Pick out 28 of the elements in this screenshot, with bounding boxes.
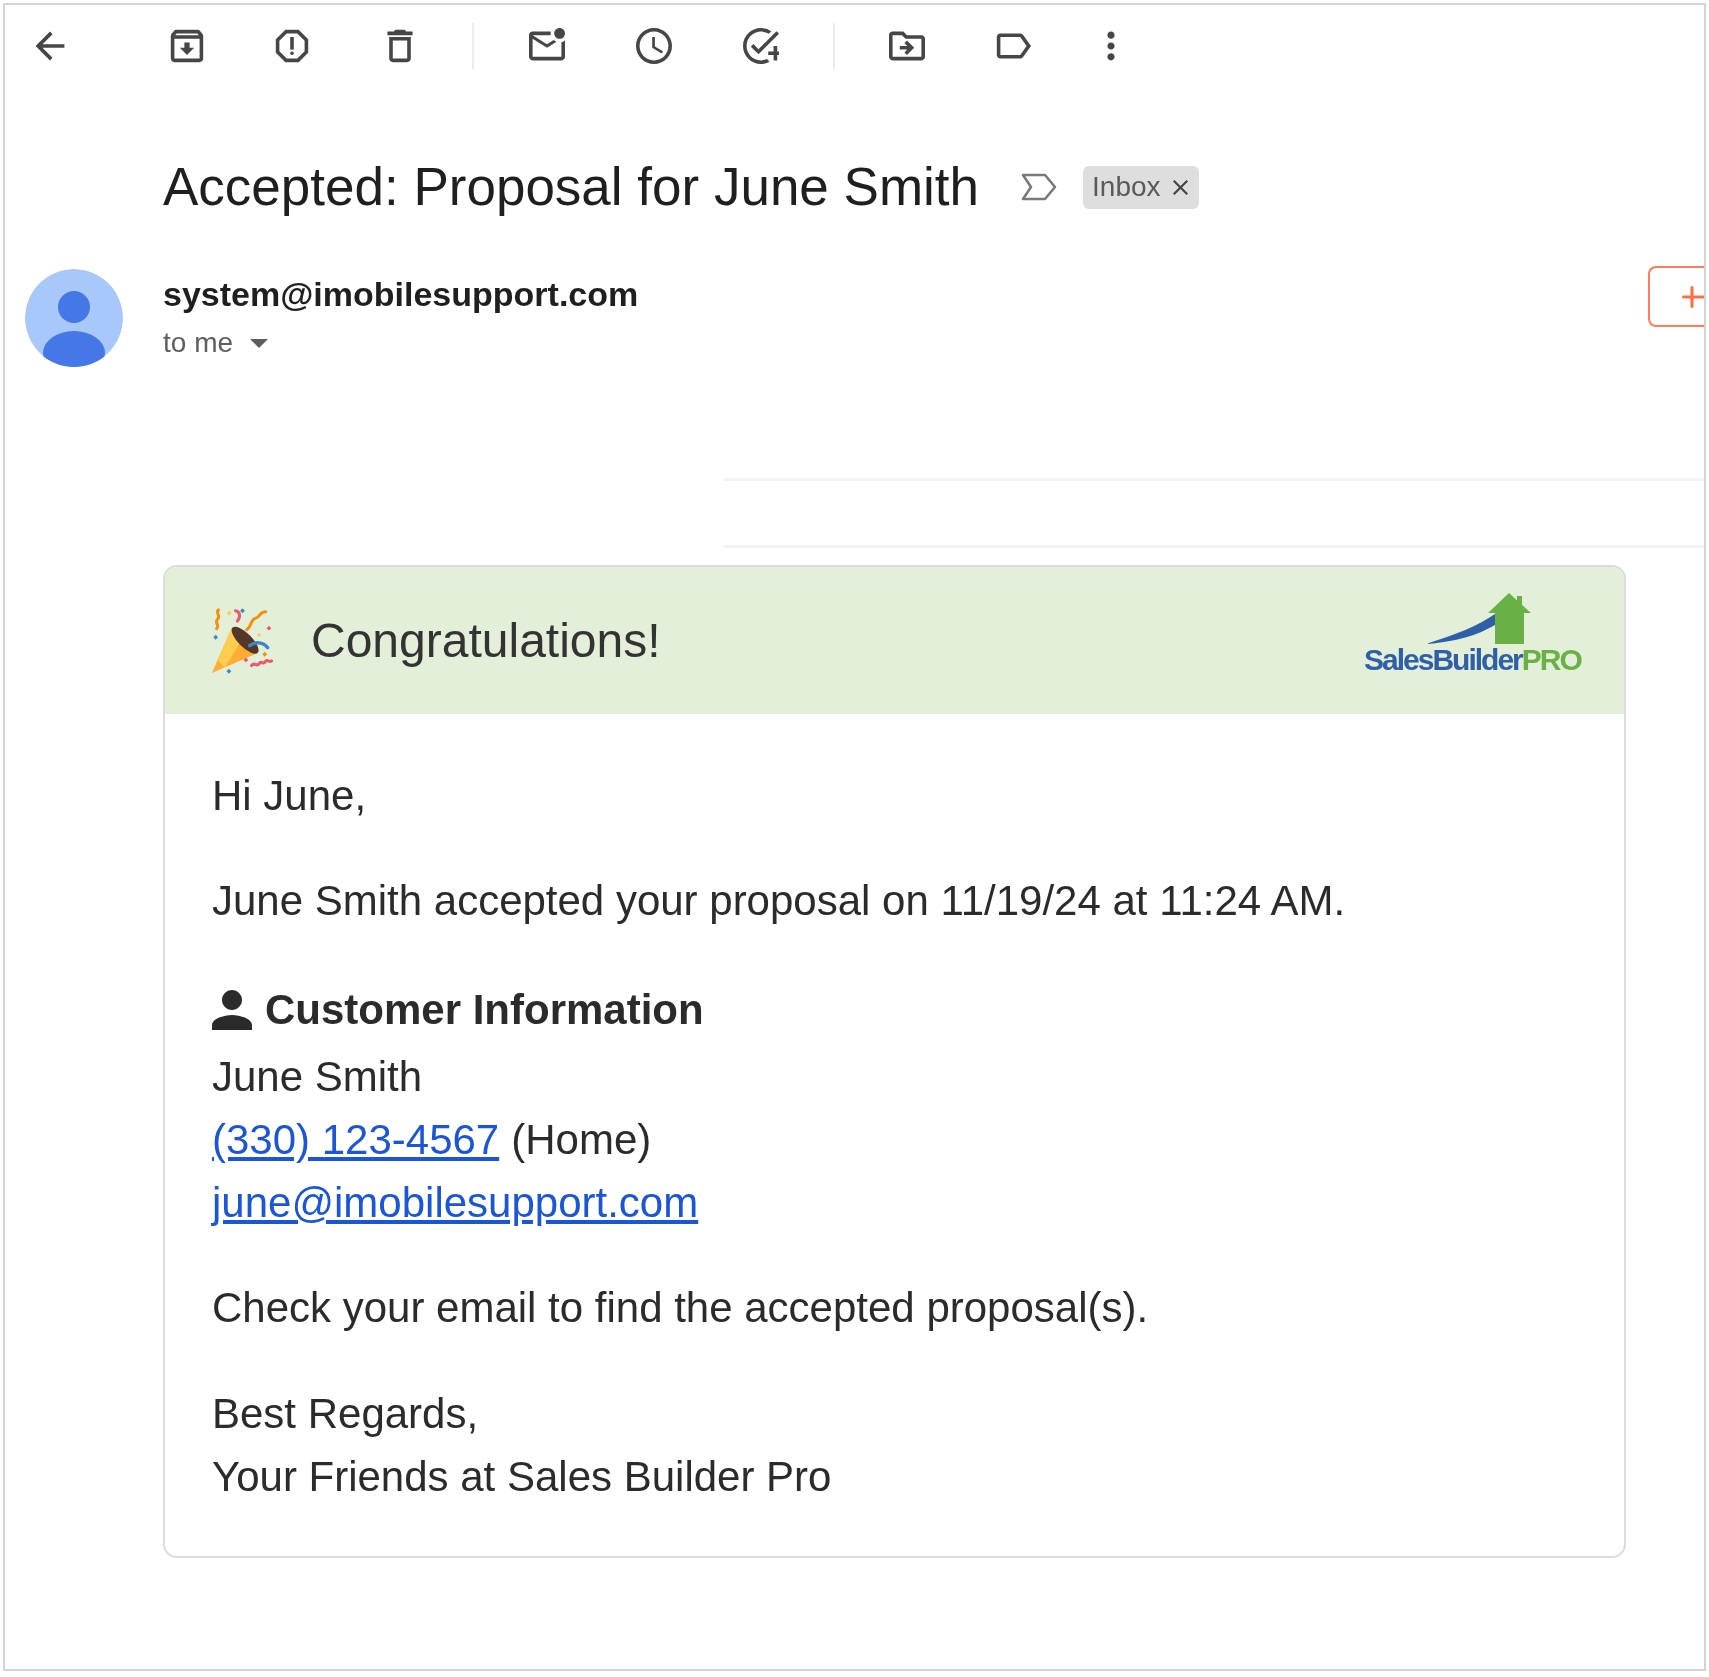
recipient-text: to me xyxy=(163,326,234,360)
phone-type-text: (Home) xyxy=(511,1115,652,1165)
close-icon[interactable] xyxy=(1172,179,1188,195)
check-plus-icon[interactable] xyxy=(743,28,779,64)
signoff-text: Best Regards, xyxy=(212,1389,479,1439)
banner-heading: Congratulations! xyxy=(311,612,661,669)
customer-name: June Smith xyxy=(212,1052,423,1102)
summary-text: June Smith accepted your proposal on 11/19/24 at 11:24 AM. xyxy=(212,876,1346,926)
plus-icon xyxy=(1682,285,1704,308)
importance-marker-icon[interactable] xyxy=(1020,172,1059,202)
warning-octagon-icon[interactable] xyxy=(274,28,310,64)
add-button[interactable] xyxy=(1648,266,1704,327)
sender-email: system@imobilesupport.com xyxy=(163,274,639,314)
logo-text: SalesBuilderPRO xyxy=(1364,643,1581,676)
customer-info-heading: Customer Information xyxy=(265,985,704,1035)
email-subject: Accepted: Proposal for June Smith xyxy=(163,157,980,217)
house-arrow-icon xyxy=(1426,591,1531,644)
greeting-text: Hi June, xyxy=(212,771,367,821)
phone-link[interactable]: (330) 123-4567 xyxy=(212,1108,500,1171)
instruction-text: Check your email to find the accepted proposal(s). xyxy=(212,1283,1149,1333)
clock-icon[interactable] xyxy=(636,28,672,64)
avatar-icon xyxy=(25,269,123,367)
label-text: Inbox xyxy=(1092,170,1161,204)
signoff-text: Your Friends at Sales Builder Pro xyxy=(212,1452,832,1502)
caret-icon[interactable] xyxy=(250,338,269,348)
email-link[interactable]: june@imobilesupport.com xyxy=(212,1171,699,1234)
archive-icon[interactable] xyxy=(169,28,205,64)
person-icon xyxy=(212,989,252,1030)
